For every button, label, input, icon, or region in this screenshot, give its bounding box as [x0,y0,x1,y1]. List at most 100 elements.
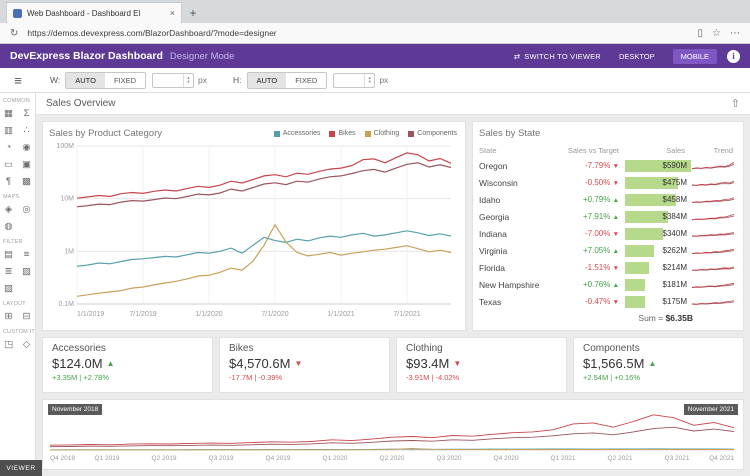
custom-item-icon[interactable]: ◇ [19,337,35,352]
new-tab-button[interactable]: + [182,2,204,23]
url-text[interactable]: https://demos.devexpress.com/BlazorDashb… [27,28,688,38]
column-header[interactable]: Trend [691,146,735,155]
pivot-icon[interactable]: Σ [19,106,35,121]
summary-card-components[interactable]: Components $1,566.5M ▲ +2.54M | +0.16% [573,337,744,393]
switch-to-viewer-button[interactable]: ⇄ SWITCH TO VIEWER [514,52,601,61]
width-auto-button[interactable]: AUTO [66,72,105,88]
spin-down-icon[interactable]: ▾ [369,79,371,84]
table-row[interactable]: Florida -1.51% ▼ $214M [479,259,737,276]
tab-container-icon[interactable]: ⊟ [19,309,35,324]
legend-item-clothing[interactable]: Clothing [364,130,399,137]
summary-card-title: Components [583,343,640,354]
state-name: Georgia [479,211,510,222]
treemap-icon[interactable]: ▩ [19,174,35,189]
info-icon[interactable]: i [727,49,740,63]
combo-box-icon[interactable]: ▤ [1,247,17,262]
sales-by-state-card[interactable]: Sales by State State Sales vs Target Sales… [472,121,744,331]
summary-card-value: $93.4M [406,356,450,371]
table-row[interactable]: Oregon -7.79% ▼ $590M [479,157,737,174]
text-box-icon[interactable]: ¶ [1,174,17,189]
sales-value: $475M [662,177,687,187]
chart-icon[interactable]: ▥ [1,123,17,138]
card-icon[interactable]: ▭ [1,157,17,172]
down-triangle-icon: ▼ [612,299,619,306]
webpage-icon[interactable]: ◳ [1,337,17,352]
list-box-icon[interactable]: ≡ [19,247,35,262]
summary-card-bikes[interactable]: Bikes $4,570.6M ▼ -17.7M | -0.39% [219,337,390,393]
browser-tab[interactable]: Web Dashboard - Dashboard El × [6,2,182,23]
range-start-badge[interactable]: November 2018 [48,404,103,415]
footer-label: Sum = [638,313,666,323]
spin-down-icon[interactable]: ▾ [187,79,189,84]
svg-text:7/1/2019: 7/1/2019 [129,311,156,318]
choropleth-map-icon[interactable]: ◈ [1,202,17,217]
width-fixed-button[interactable]: FIXED [104,72,146,88]
viewer-badge[interactable]: VIEWER [0,460,42,476]
geo-point-map-icon[interactable]: ◎ [19,202,35,217]
more-icon[interactable]: ⋯ [730,28,740,39]
bubble-map-icon[interactable]: ◍ [1,219,17,234]
range-selector-card[interactable]: November 2018 November 2021 Q4 2018 Q1 20… [42,399,744,470]
legend-item-accessories[interactable]: Accessories [273,130,320,137]
height-auto-button[interactable]: AUTO [247,72,287,88]
desktop-button[interactable]: DESKTOP [611,49,663,64]
range-filter-icon[interactable]: ▨ [1,281,17,296]
image-icon[interactable]: ▣ [19,157,35,172]
app-header-actions: ⇄ SWITCH TO VIEWER DESKTOP MOBILE i [514,48,740,64]
gauge-icon[interactable]: ◉ [19,140,35,155]
summary-card-clothing[interactable]: Clothing $93.4M ▼ -3.91M | -4.02% [396,337,567,393]
date-filter-icon[interactable]: ▧ [19,264,35,279]
height-spinner: ▴ ▾ [364,73,374,87]
height-input[interactable] [334,73,365,87]
trend-cell [691,210,735,223]
pie-icon[interactable]: ◔ [1,140,17,155]
sales-vs-target-value: -0.47% ▼ [584,297,619,306]
grid-icon[interactable]: ▦ [1,106,17,121]
down-triangle-icon: ▼ [612,265,619,272]
mobile-button[interactable]: MOBILE [672,48,717,64]
column-header[interactable]: Sales vs Target [563,146,625,155]
table-row[interactable]: Texas -0.47% ▼ $175M [479,293,737,310]
trend-sparkline [691,213,735,221]
reading-view-icon[interactable]: ▯ [698,28,704,39]
legend-item-bikes[interactable]: Bikes [329,130,356,137]
table-row[interactable]: Georgia +7.91% ▲ $384M [479,208,737,225]
summary-card-value-row: $93.4M ▼ [406,356,557,371]
height-fixed-button[interactable]: FIXED [286,72,327,88]
table-row[interactable]: Idaho +0.79% ▲ $458M [479,191,737,208]
sales-cell: $340M [625,227,691,240]
range-chart[interactable]: Q4 2018 Q1 2019 Q2 2019 Q3 2019 Q4 2019 Q1 20… [46,403,738,463]
dashboard-title-bar: Sales Overview ⇧ [36,93,750,115]
group-icon[interactable]: ⊞ [1,309,17,324]
legend-item-components[interactable]: Components [408,130,457,137]
sales-value: $590M [662,160,687,170]
range-end-badge[interactable]: November 2021 [683,404,738,415]
sales-value: $458M [662,194,687,204]
svg-text:1/1/2020: 1/1/2020 [195,311,222,318]
favicon [13,8,22,18]
svg-text:0.1M: 0.1M [58,301,74,308]
column-header[interactable]: Sales [625,146,691,155]
tree-view-icon[interactable]: ≣ [1,264,17,279]
tab-close-icon[interactable]: × [170,8,175,18]
browser-tab-bar: Web Dashboard - Dashboard El × + [0,0,750,23]
table-row[interactable]: New Hampshire +0.76% ▲ $181M [479,276,737,293]
scatter-chart-icon[interactable]: ∴ [19,123,35,138]
table-row[interactable]: Virginia +7.05% ▲ $262M [479,242,737,259]
tab-title: Web Dashboard - Dashboard El [27,8,141,18]
svg-text:100M: 100M [56,143,74,150]
summary-card-accessories[interactable]: Accessories $124.0M ▲ +3.35M | +2.78% [42,337,213,393]
favorites-icon[interactable]: ☆ [712,28,721,39]
column-header[interactable]: State [479,146,563,155]
table-row[interactable]: Indiana -7.00% ▼ $340M [479,225,737,242]
summary-card-delta: +2.54M | +0.16% [583,373,640,382]
width-input[interactable] [153,73,184,87]
refresh-icon[interactable]: ↻ [10,28,18,39]
table-row[interactable]: Wisconsin -0.50% ▼ $475M [479,174,737,191]
export-icon[interactable]: ⇧ [731,97,740,110]
category-chart: 100M 10M 1M 0.1M1/1/2019 7/1/2019 1/1/2020 7/1… [56,143,452,318]
trend-sparkline [691,162,735,170]
sales-cell: $181M [625,278,691,291]
sales-by-category-card[interactable]: Sales by Product Category Accessories Bik… [42,121,466,331]
menu-icon[interactable]: ≡ [0,73,36,88]
